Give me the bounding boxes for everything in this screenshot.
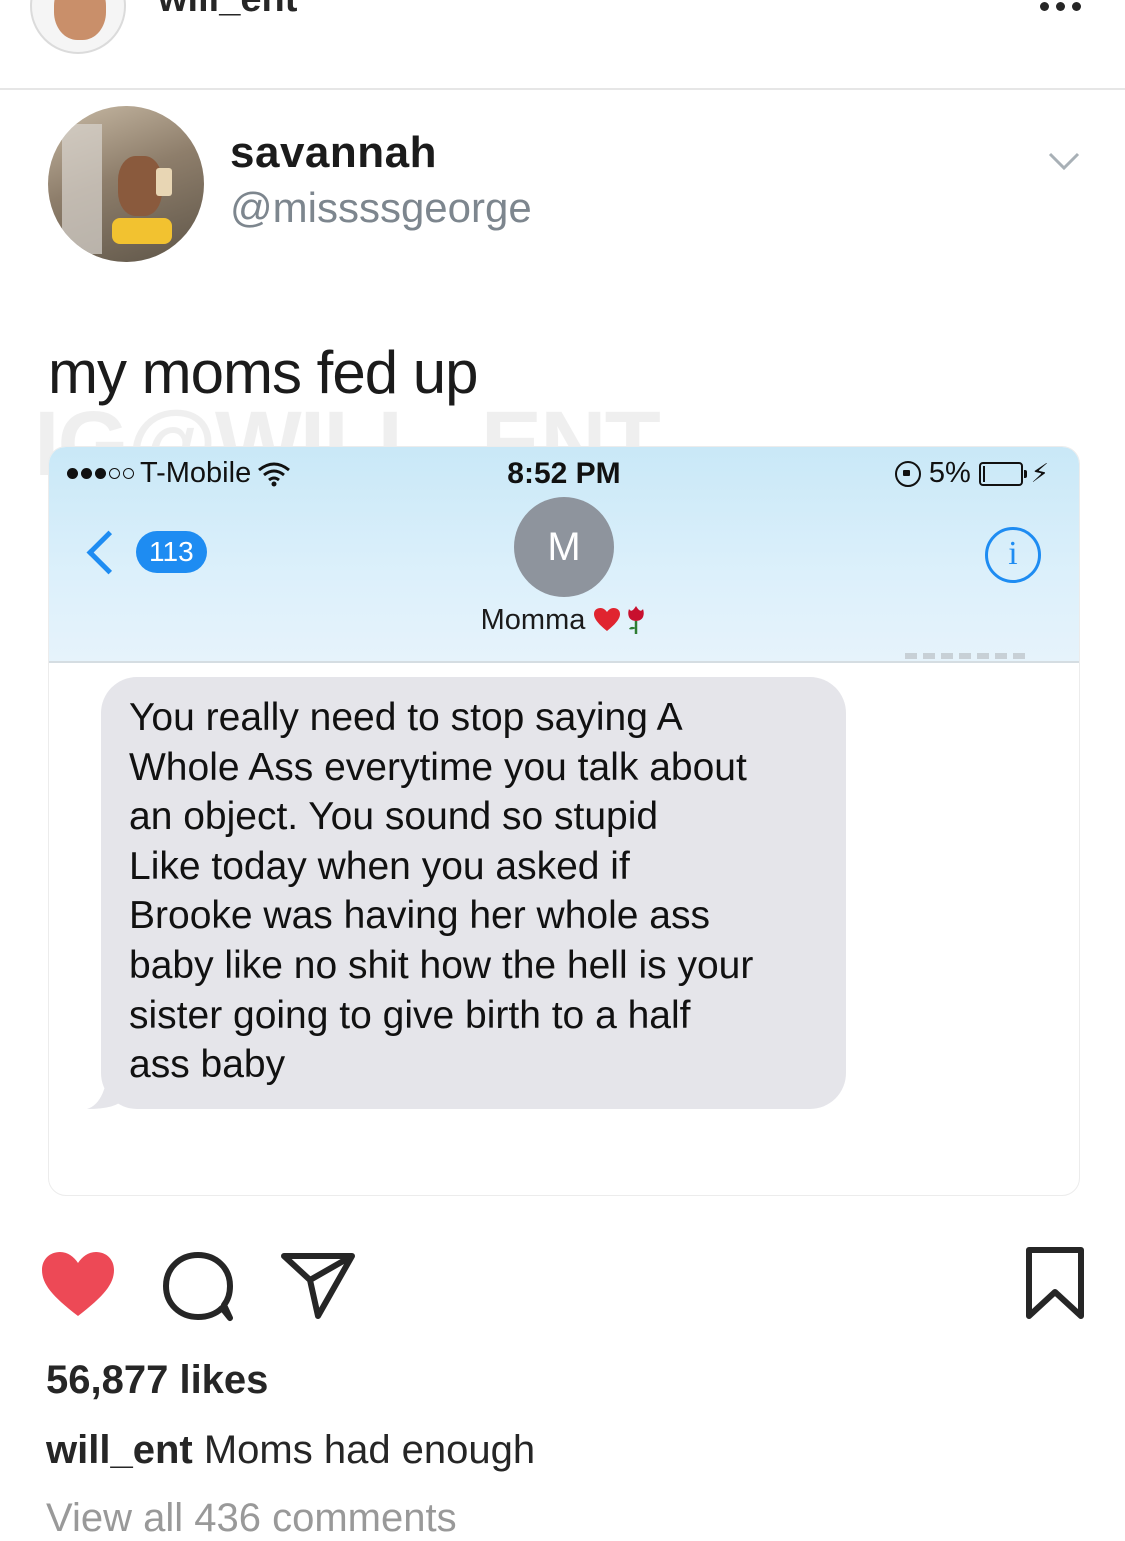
post-caption: will_ent Moms had enough: [46, 1428, 535, 1473]
bookmark-icon[interactable]: [1024, 1246, 1086, 1322]
back-chevron-icon: [86, 530, 131, 574]
ellipsis-icon[interactable]: [1040, 2, 1081, 11]
message-text: You really need to stop saying A Whole A…: [129, 693, 829, 1090]
tweet-author-name: savannah: [230, 128, 437, 177]
back-button[interactable]: 113: [79, 530, 207, 574]
contact-name-row[interactable]: Momma: [49, 603, 1079, 637]
poster-avatar[interactable]: [30, 0, 126, 54]
red-heart-emoji-icon: [594, 608, 621, 631]
message-line: Whole Ass everytime you talk about: [129, 745, 747, 789]
message-line: Like today when you asked if: [129, 844, 630, 888]
heart-icon[interactable]: [40, 1250, 116, 1320]
status-bar-right: 5% ⚡: [894, 457, 1049, 490]
contact-name: Momma: [480, 604, 586, 636]
comment-icon[interactable]: [160, 1250, 236, 1322]
battery-icon: [978, 461, 1027, 486]
battery-percent: 5%: [928, 457, 971, 489]
caption-text: Moms had enough: [203, 1428, 536, 1472]
chevron-down-icon: [1048, 152, 1080, 171]
message-line: Brooke was having her whole ass: [129, 894, 710, 938]
charging-bolt-icon: ⚡: [1030, 458, 1049, 488]
message-line: sister going to give birth to a half: [129, 993, 691, 1037]
post-header: will_ent: [0, 0, 1125, 90]
poster-username[interactable]: will_ent: [158, 0, 297, 21]
unread-count-badge: 113: [136, 531, 207, 573]
caption-username[interactable]: will_ent: [46, 1428, 193, 1472]
message-line: baby like no shit how the hell is your: [129, 943, 754, 987]
message-line: ass baby: [129, 1043, 286, 1087]
delivered-label: [905, 653, 1029, 659]
message-screenshot: T-Mobile 8:52 PM 5% ⚡ 113 M Momma i You …: [48, 446, 1080, 1196]
message-line: an object. You sound so stupid: [129, 795, 659, 839]
contact-avatar[interactable]: M: [514, 497, 614, 597]
rose-emoji-icon: [628, 606, 645, 634]
bubble-tail: [87, 1059, 123, 1109]
tweet-author-handle: @missssgeorge: [230, 184, 532, 231]
message-line: You really need to stop saying A: [129, 696, 683, 739]
paper-plane-icon[interactable]: [280, 1250, 356, 1322]
post-action-bar: [0, 1240, 1125, 1330]
tweet-author-avatar: [48, 106, 204, 262]
message-header: T-Mobile 8:52 PM 5% ⚡ 113 M Momma i: [49, 447, 1079, 663]
avatar-face: [54, 0, 106, 40]
view-comments-link[interactable]: View all 436 comments: [46, 1496, 457, 1541]
rotation-lock-icon: [894, 460, 921, 487]
info-button[interactable]: i: [985, 527, 1041, 583]
like-count[interactable]: 56,877 likes: [46, 1358, 268, 1403]
